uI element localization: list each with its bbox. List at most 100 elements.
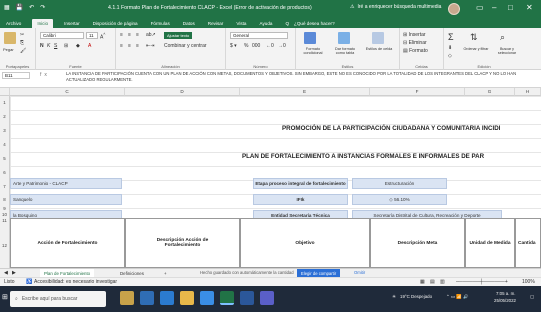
- locality-cell[interactable]: Sanquelo: [10, 194, 122, 205]
- tab-inicio[interactable]: Inicio: [32, 19, 54, 28]
- normal-view-icon[interactable]: ▦: [420, 279, 425, 285]
- stage-value[interactable]: Estructuración: [352, 178, 447, 189]
- tab-revisar[interactable]: Revisar: [206, 19, 226, 28]
- bold-icon[interactable]: N: [40, 43, 44, 49]
- column-header-e[interactable]: E: [240, 88, 370, 96]
- currency-icon[interactable]: $ ▾: [230, 43, 237, 49]
- excel-taskbar-icon[interactable]: [220, 291, 234, 305]
- sort-filter-label[interactable]: Ordenar y filtrar: [462, 47, 490, 51]
- format-table-icon[interactable]: [338, 32, 350, 44]
- name-box[interactable]: B11: [2, 72, 30, 79]
- page-break-icon[interactable]: ▥: [440, 279, 445, 285]
- weather-icon[interactable]: ☀: [392, 294, 396, 300]
- tab-archivo[interactable]: Archivo: [4, 19, 23, 28]
- ifi-value[interactable]: ◇ 56.10%: [352, 194, 447, 205]
- align-bottom-icon[interactable]: ≡: [136, 32, 139, 38]
- indent-icon[interactable]: ⇤⇥: [146, 43, 154, 49]
- format-table-label[interactable]: Dar formato como tabla: [330, 47, 360, 55]
- number-format-select[interactable]: General: [230, 32, 288, 39]
- orientation-icon[interactable]: ab↗: [146, 32, 156, 38]
- column-header-d[interactable]: D: [125, 88, 240, 96]
- column-header-f[interactable]: F: [370, 88, 465, 96]
- conditional-format-icon[interactable]: [304, 32, 316, 44]
- header-descripcion-accion[interactable]: Descripción Acción de Fortalecimiento: [125, 218, 240, 268]
- column-header-h[interactable]: H: [515, 88, 541, 96]
- font-name-select[interactable]: Calibri: [40, 32, 84, 39]
- decimal-decrease-icon[interactable]: →0: [278, 43, 286, 49]
- header-unidad-medida[interactable]: Unidad de Medida: [465, 218, 515, 268]
- zoom-slider[interactable]: –──────┼──────+: [456, 279, 508, 285]
- fill-color-icon[interactable]: ◆: [76, 43, 80, 49]
- autosum-icon[interactable]: Σ: [448, 32, 454, 42]
- font-size-select[interactable]: 11: [86, 32, 98, 39]
- column-header-c[interactable]: C: [10, 88, 125, 96]
- column-header-g[interactable]: G: [465, 88, 515, 96]
- merge-center-button[interactable]: Combinar y centrar: [164, 43, 207, 49]
- italic-icon[interactable]: K: [47, 43, 50, 49]
- clock-time[interactable]: 7:05 a. m.: [496, 291, 516, 296]
- row-header[interactable]: 2: [0, 110, 10, 124]
- accessibility-icon[interactable]: ♿: [26, 279, 32, 285]
- grow-font-icon[interactable]: A^: [100, 32, 105, 41]
- header-accion[interactable]: Acción de Fortalecimiento: [10, 218, 125, 268]
- align-right-icon[interactable]: ≡: [136, 43, 139, 49]
- wrap-text-button[interactable]: Ajustar texto: [164, 32, 193, 39]
- zoom-level[interactable]: 100%: [522, 279, 535, 285]
- tab-ayuda[interactable]: Ayuda: [257, 19, 274, 28]
- tell-me-input[interactable]: ¿Qué desea hacer?: [292, 19, 337, 28]
- align-left-icon[interactable]: ≡: [120, 43, 123, 49]
- insert-cells-button[interactable]: ⊞ Insertar: [403, 32, 426, 38]
- select-all-corner[interactable]: [0, 88, 10, 96]
- row-header[interactable]: 6: [0, 166, 10, 180]
- borders-icon[interactable]: ⊞: [64, 43, 68, 49]
- header-objetivo[interactable]: Objetivo: [240, 218, 370, 268]
- taskbar-search[interactable]: ⌕ Escribe aquí para buscar: [10, 291, 106, 307]
- system-tray-icons[interactable]: ⌃ ▭ 📶 🔊: [446, 294, 468, 300]
- find-select-icon[interactable]: ⌕: [500, 32, 505, 43]
- fill-icon[interactable]: ⬇: [448, 45, 452, 51]
- tell-me-icon[interactable]: Q: [283, 19, 291, 28]
- tab-formulas[interactable]: Fórmulas: [149, 19, 172, 28]
- fx-icon[interactable]: fx: [40, 72, 50, 78]
- find-select-label[interactable]: Buscar y seleccionar: [492, 47, 522, 55]
- row-header[interactable]: 1: [0, 96, 10, 110]
- font-color-icon[interactable]: A: [88, 43, 91, 49]
- delete-cells-button[interactable]: ⊟ Eliminar: [403, 40, 427, 46]
- row-header[interactable]: 4: [0, 138, 10, 152]
- area-cell[interactable]: Arte y Patrimonio - CLACP: [10, 178, 122, 189]
- tab-insertar[interactable]: Insertar: [62, 19, 82, 28]
- row-header[interactable]: 3: [0, 124, 10, 138]
- header-descripcion-meta[interactable]: Descripción Meta: [370, 218, 465, 268]
- chrome-icon[interactable]: [160, 291, 174, 305]
- row-header[interactable]: 8: [0, 194, 10, 206]
- tab-vista[interactable]: Vista: [234, 19, 248, 28]
- clock-date[interactable]: 25/05/2022: [494, 298, 516, 303]
- task-view-icon[interactable]: [120, 291, 134, 305]
- page-layout-icon[interactable]: ▤: [430, 279, 435, 285]
- redo-icon[interactable]: ↷: [40, 4, 45, 11]
- thousands-icon[interactable]: 000: [252, 43, 260, 49]
- next-sheet-icon[interactable]: ▶: [12, 270, 16, 276]
- clear-icon[interactable]: ◇: [448, 53, 452, 59]
- format-cells-button[interactable]: ▤ Formato: [403, 48, 428, 54]
- row-header[interactable]: 5: [0, 152, 10, 166]
- decimal-increase-icon[interactable]: ←0: [266, 43, 274, 49]
- weather-status[interactable]: 19°C Despejado: [400, 294, 432, 299]
- undo-icon[interactable]: ↶: [29, 4, 34, 11]
- minimize-icon[interactable]: –: [492, 3, 496, 12]
- save-icon[interactable]: 💾: [16, 4, 23, 11]
- tab-datos[interactable]: Datos: [181, 19, 197, 28]
- close-icon[interactable]: ✕: [526, 3, 533, 12]
- account-notice[interactable]: ⚠ Iré a enriquecer búsqueda multimedia: [350, 4, 441, 10]
- store-icon[interactable]: [200, 291, 214, 305]
- paste-icon[interactable]: [4, 32, 16, 44]
- header-cantidad[interactable]: Cantida: [515, 218, 541, 268]
- align-middle-icon[interactable]: ≡: [128, 32, 131, 38]
- paste-label[interactable]: Pegar: [3, 47, 14, 52]
- accessibility-status[interactable]: Accesibilidad: es necesario investigar: [34, 279, 117, 285]
- format-painter-icon[interactable]: 🖌: [20, 48, 26, 54]
- word-taskbar-icon[interactable]: [240, 291, 254, 305]
- cell-styles-label[interactable]: Estilos de celda: [364, 47, 394, 51]
- maximize-icon[interactable]: □: [508, 3, 513, 12]
- cut-icon[interactable]: ✂: [20, 32, 24, 38]
